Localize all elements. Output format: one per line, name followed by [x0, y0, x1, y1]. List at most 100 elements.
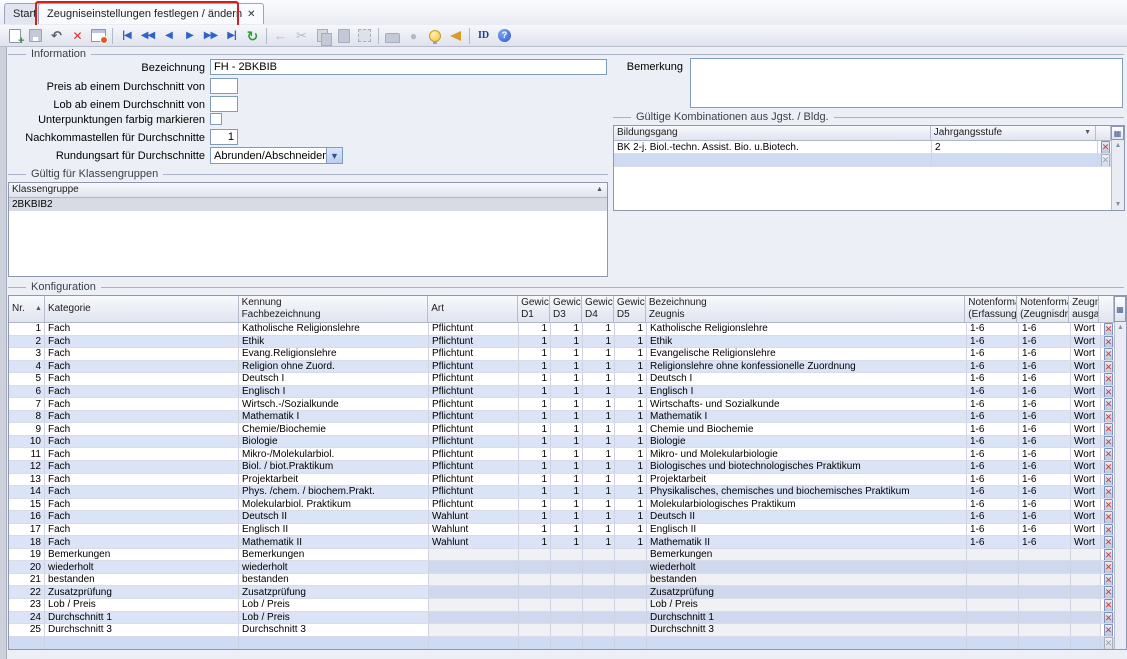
stamp-button[interactable]	[403, 26, 424, 45]
delete-row-button[interactable]: ✕	[1103, 624, 1114, 636]
konfiguration-row[interactable]: 14 Fach Phys. /chem. / biochem.Prakt. Pflic…	[9, 486, 1126, 499]
konfiguration-row[interactable]: 3 Fach Evang.Religionslehre Pflichtunt 1 1 1 1 E…	[9, 348, 1126, 361]
kombination-row[interactable]: BK 2-j. Biol.-techn. Assist. Bio. u.Biot…	[614, 141, 1124, 154]
konfiguration-row[interactable]: 12 Fach Biol. / biot.Praktikum Pflichtunt 1 1…	[9, 461, 1126, 474]
klassengruppe-row[interactable]: 2BKBIB2	[9, 198, 607, 211]
scroll-up-icon[interactable]: ▲	[1117, 324, 1124, 331]
delete-row-button[interactable]: ✕	[1103, 536, 1114, 548]
nachkommastellen-input[interactable]	[210, 129, 238, 145]
konfiguration-row[interactable]: 22 Zusatzprüfung Zusatzprüfung Zusatzprüfun…	[9, 586, 1126, 600]
delete-row-button[interactable]: ✕	[1103, 573, 1114, 586]
print-button[interactable]	[382, 26, 403, 45]
rundungsart-dropdown-icon[interactable]: ▼	[326, 148, 342, 163]
delete-row-button[interactable]: ✕	[1103, 423, 1114, 435]
delete-row-button[interactable]: ✕	[1103, 398, 1114, 410]
unterpunktungen-checkbox[interactable]	[210, 113, 222, 125]
konfiguration-row[interactable]: 20 wiederholt wiederholt wiederholt ✕	[9, 561, 1126, 574]
delete-row-button[interactable]: ✕	[1103, 548, 1114, 561]
cut-button[interactable]	[291, 26, 312, 45]
konfiguration-header-bezeichnung[interactable]: Bezeichnung Zeugnis	[646, 296, 966, 322]
data-form-button[interactable]	[88, 26, 109, 45]
konfiguration-row[interactable]: 17 Fach Englisch II Wahlunt 1 1 1 1 Englisch II 1…	[9, 523, 1126, 537]
undo-button[interactable]	[46, 26, 67, 45]
select-button[interactable]	[354, 26, 375, 45]
kombinationen-scrollbar[interactable]: ▲ ▼	[1111, 140, 1124, 210]
hint-button[interactable]	[424, 26, 445, 45]
delete-button[interactable]	[67, 26, 88, 45]
delete-row-button[interactable]: ✕	[1103, 323, 1114, 335]
delete-row-button[interactable]: ✕	[1103, 498, 1114, 511]
kombinationen-column-chooser-button[interactable]: ▦	[1111, 126, 1124, 140]
kombination-new-row[interactable]: ✕	[614, 154, 1124, 167]
delete-row-button[interactable]: ✕	[1103, 360, 1114, 373]
nav-next-button[interactable]	[179, 26, 200, 45]
konfiguration-scrollbar[interactable]: ▲	[1114, 322, 1126, 649]
nav-first-button[interactable]	[116, 26, 137, 45]
konfiguration-row[interactable]: 11 Fach Mikro-/Molekularbiol. Pflichtunt 1 1 1…	[9, 448, 1126, 462]
konfiguration-header-gewicht-d1[interactable]: GewichtD1	[518, 296, 551, 322]
konfiguration-row[interactable]: 8 Fach Mathematik I Pflichtunt 1 1 1 1 Mathemati…	[9, 410, 1126, 424]
delete-row-button[interactable]: ✕	[1103, 473, 1114, 486]
konfiguration-row[interactable]: 7 Fach Wirtsch.-/Sozialkunde Pflichtunt 1 1 1 1…	[9, 398, 1126, 411]
konfiguration-row[interactable]: 18 Fach Mathematik II Wahlunt 1 1 1 1 Mathematik…	[9, 536, 1126, 549]
delete-row-button[interactable]: ✕	[1103, 448, 1114, 461]
konfiguration-header-art[interactable]: Art	[428, 296, 519, 322]
bemerkung-textarea[interactable]	[690, 58, 1123, 108]
kombinationen-header-bildungsgang[interactable]: Bildungsgang	[614, 126, 931, 140]
konfiguration-header-gewicht-d4[interactable]: GewichtD4	[582, 296, 614, 322]
konfiguration-header-notenformat-zeugnisdruck[interactable]: Notenformat(Zeugnisdruck)	[1017, 296, 1070, 322]
tab-zeugniseinstellungen[interactable]: Zeugniseinstellungen festlegen / ändern …	[38, 3, 265, 24]
delete-row-button[interactable]: ✕	[1103, 435, 1114, 448]
klassengruppen-header[interactable]: Klassengruppe ▲	[9, 183, 607, 197]
new-record-button[interactable]	[4, 26, 25, 47]
konfiguration-column-chooser-button[interactable]: ▦	[1114, 296, 1126, 322]
konfiguration-row[interactable]: 5 Fach Deutsch I Pflichtunt 1 1 1 1 Deutsch I 1-6…	[9, 373, 1126, 386]
konfiguration-row[interactable]: 16 Fach Deutsch II Wahlunt 1 1 1 1 Deutsch II 1-6…	[9, 511, 1126, 524]
konfiguration-header-notenformat-erfassung[interactable]: Notenformat(Erfassung)	[965, 296, 1018, 322]
preis-input[interactable]	[210, 78, 238, 94]
konfiguration-row[interactable]: 10 Fach Biologie Pflichtunt 1 1 1 1 Biologie 1-6 1…	[9, 435, 1126, 449]
delete-row-button[interactable]: ✕	[1103, 511, 1114, 523]
tab-zeugniseinstellungen-close-icon[interactable]: ✕	[247, 9, 255, 20]
delete-row-button[interactable]: ✕	[1103, 586, 1114, 599]
bezeichnung-input[interactable]	[210, 59, 607, 75]
nav-next-fast-button[interactable]	[200, 26, 221, 45]
delete-row-button[interactable]: ✕	[1103, 523, 1114, 536]
delete-row-button[interactable]: ✕	[1103, 461, 1114, 473]
konfiguration-row[interactable]: 19 Bemerkungen Bemerkungen Bemerkungen ✕	[9, 548, 1126, 562]
help-button[interactable]	[494, 26, 515, 45]
konfiguration-row[interactable]: 9 Fach Chemie/Biochemie Pflichtunt 1 1 1 1 Chemi…	[9, 423, 1126, 436]
konfiguration-row[interactable]: 15 Fach Molekularbiol. Praktikum Pflichtunt…	[9, 498, 1126, 512]
konfiguration-row[interactable]: 4 Fach Religion ohne Zuord. Pflichtunt 1 1 1 1 R…	[9, 360, 1126, 374]
konfiguration-header-nr[interactable]: Nr. ▲	[9, 296, 45, 322]
delete-row-button[interactable]: ✕	[1100, 141, 1111, 153]
konfiguration-header-kategorie[interactable]: Kategorie	[45, 296, 239, 322]
konfiguration-row[interactable]: 24 Durchschnitt 1 Lob / Preis Durchschnitt …	[9, 611, 1126, 625]
delete-row-button[interactable]: ✕	[1103, 373, 1114, 385]
nav-last-button[interactable]	[221, 26, 242, 45]
paste-button[interactable]	[333, 26, 354, 45]
save-button[interactable]	[25, 26, 46, 45]
konfiguration-header-zeugnisausgabe[interactable]: Zeugnis-ausgabe	[1069, 296, 1100, 322]
delete-row-button[interactable]: ✕	[1103, 410, 1114, 423]
scroll-down-icon[interactable]: ▼	[1115, 201, 1122, 208]
nav-prev-button[interactable]	[158, 26, 179, 45]
scroll-up-icon[interactable]: ▲	[1115, 142, 1122, 149]
delete-row-button[interactable]: ✕	[1103, 599, 1114, 611]
konfiguration-row[interactable]: 2 Fach Ethik Pflichtunt 1 1 1 1 Ethik 1-6 1-6 Wort ✕	[9, 335, 1126, 349]
delete-row-button[interactable]: ✕	[1100, 154, 1111, 166]
konfiguration-row[interactable]: 6 Fach Englisch I Pflichtunt 1 1 1 1 Englisch I1…	[9, 385, 1126, 399]
rundungsart-select[interactable]: Abrunden/Abschneiden ▼	[210, 147, 343, 164]
delete-row-button[interactable]: ✕	[1103, 561, 1114, 573]
konfiguration-row[interactable]: 1 Fach Katholische Religionslehre Pflichtun…	[9, 323, 1126, 336]
kombinationen-header-jahrgangsstufe[interactable]: Jahrgangsstufe ▼	[931, 126, 1097, 140]
konfiguration-header-kennung[interactable]: Kennung Fachbezeichnung	[239, 296, 429, 322]
lob-input[interactable]	[210, 96, 238, 112]
refresh-button[interactable]	[242, 26, 263, 45]
konfiguration-header-gewicht-d5[interactable]: GewichtD5	[614, 296, 646, 322]
delete-row-button[interactable]: ✕	[1103, 611, 1114, 624]
notification-button[interactable]	[445, 26, 466, 45]
jahrgangsstufe-filter-icon[interactable]: ▼	[1084, 129, 1091, 136]
konfiguration-row[interactable]: 25 Durchschnitt 3 Durchschnitt 3 Durchschni…	[9, 624, 1126, 637]
copy-button[interactable]	[312, 26, 333, 46]
